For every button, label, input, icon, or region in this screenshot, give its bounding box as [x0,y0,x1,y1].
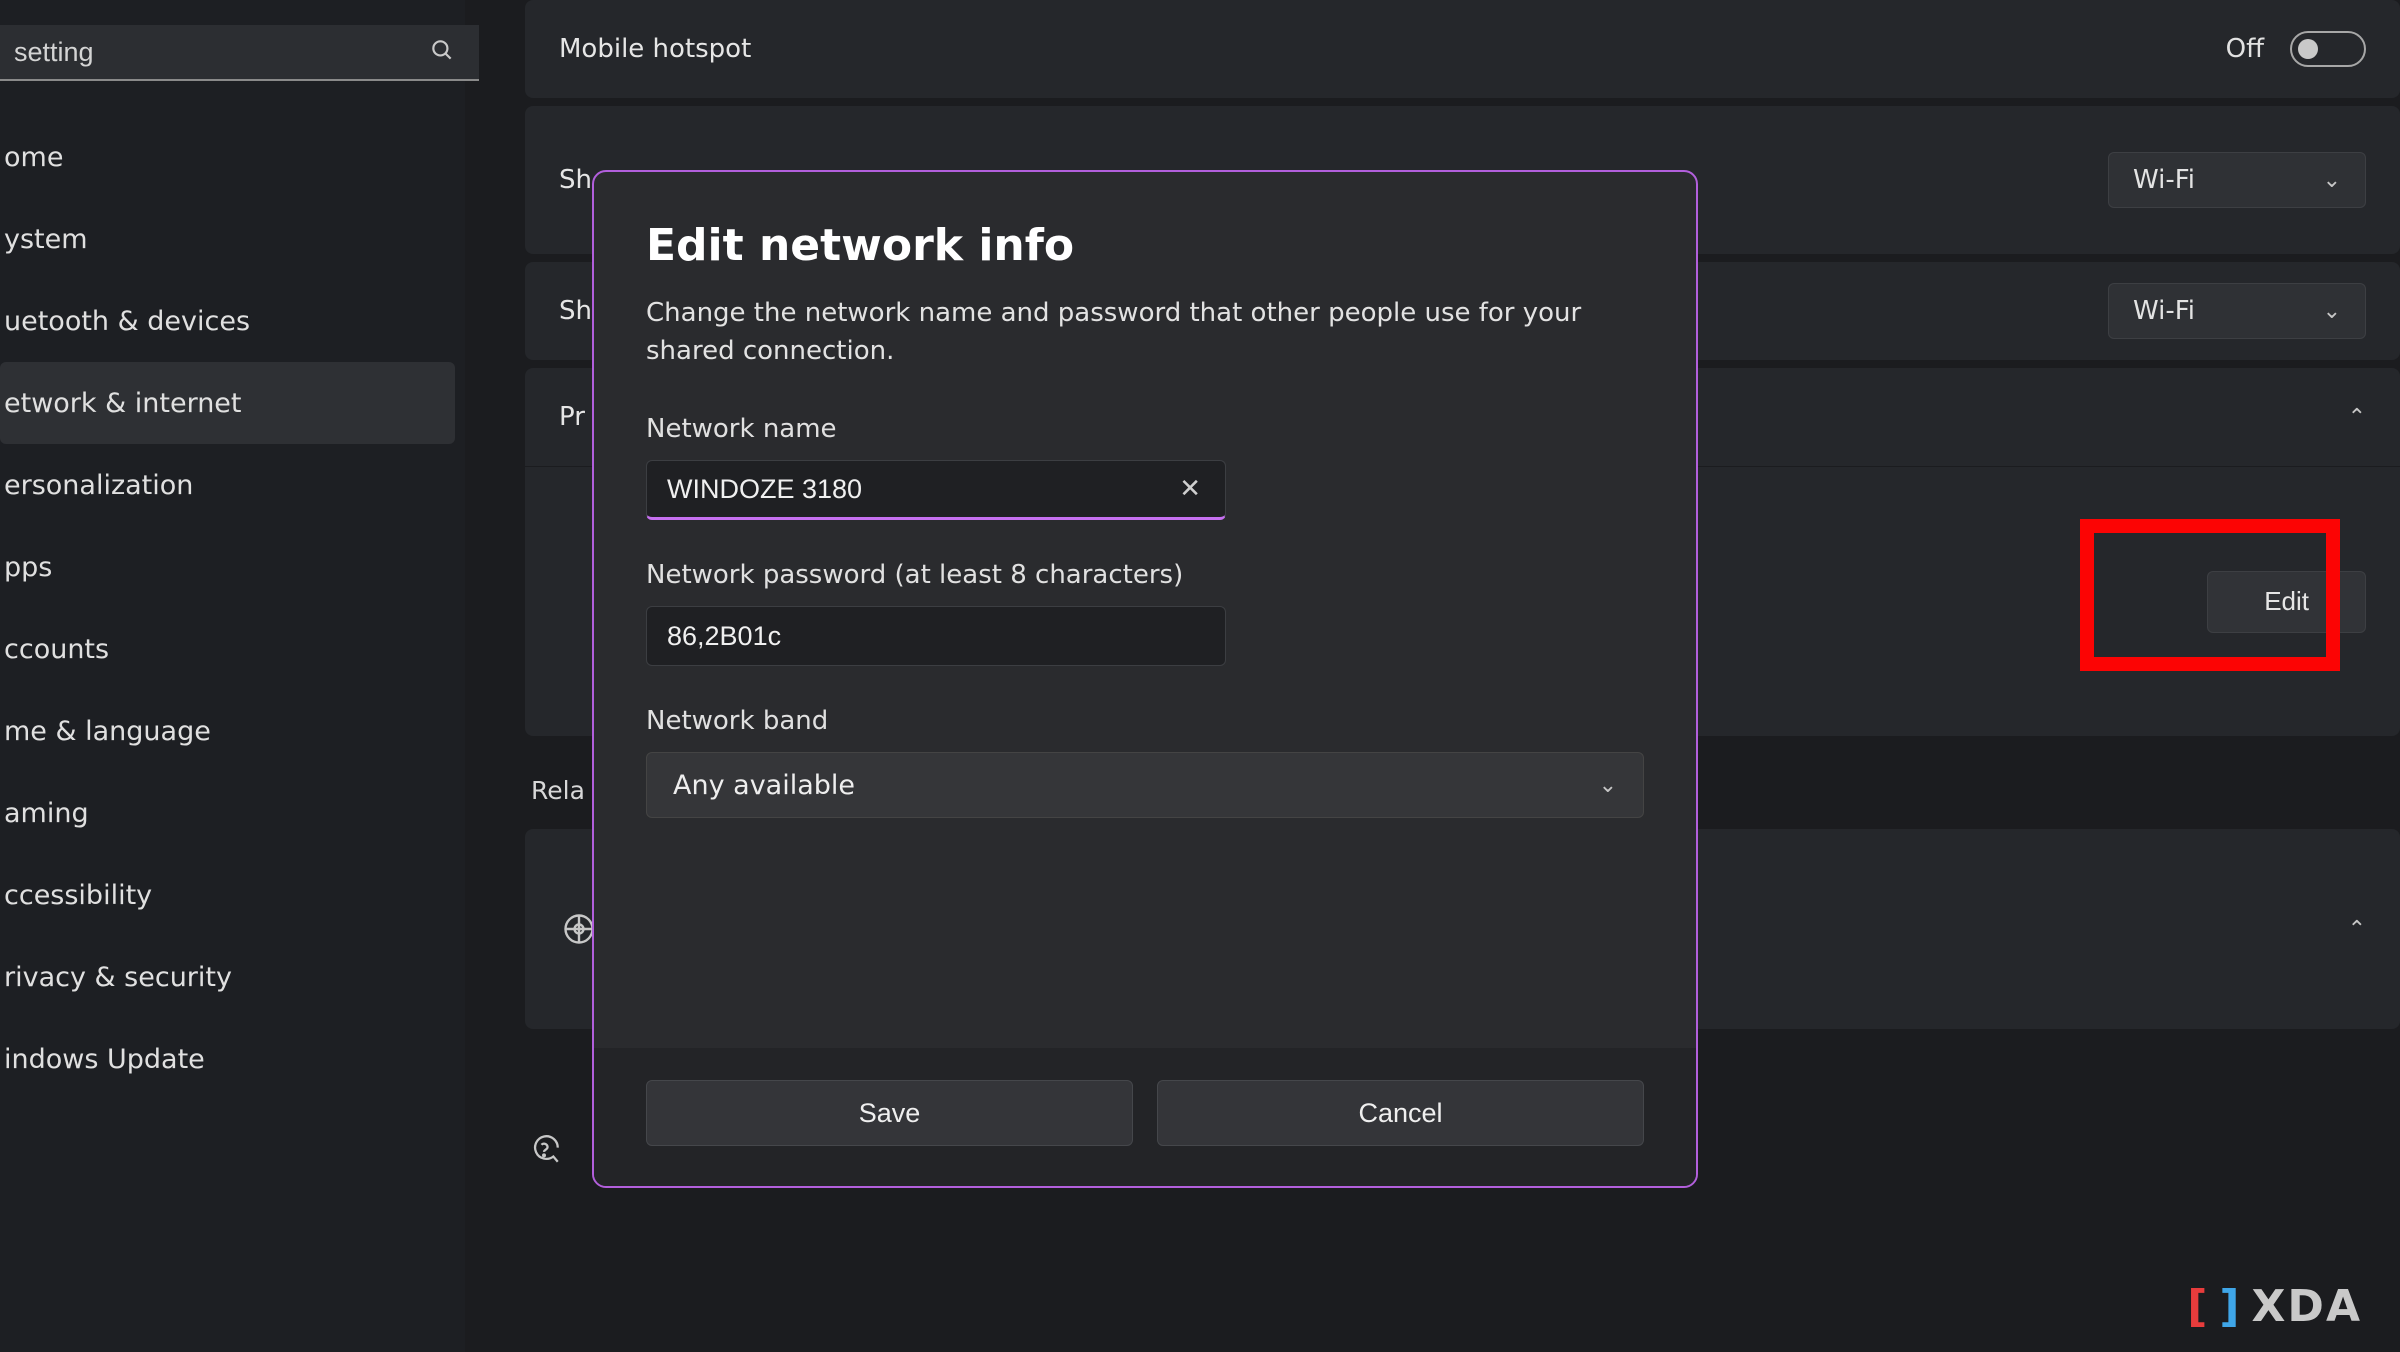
sidebar-item-label: indows Update [4,1044,205,1075]
sidebar-item-system[interactable]: ystem [0,198,455,280]
chevron-down-icon: ⌄ [2323,168,2341,193]
dialog-title: Edit network info [646,220,1644,271]
sidebar-item-label: rivacy & security [4,962,232,993]
network-password-field-wrap [646,606,1226,666]
sidebar-item-personalization[interactable]: ersonalization [0,444,455,526]
network-name-input[interactable] [667,474,1175,505]
edit-button[interactable]: Edit [2207,571,2366,633]
chevron-down-icon: ⌄ [1599,773,1617,798]
sidebar-item-label: ccessibility [4,880,152,911]
sidebar-item-label: ccounts [4,634,109,665]
clear-name-icon[interactable]: ✕ [1175,474,1205,504]
network-name-label: Network name [646,414,1644,444]
share-over-label: Sh [559,296,592,326]
help-icon [525,1129,565,1169]
sidebar-item-accounts[interactable]: ccounts [0,608,455,690]
dropdown-value: Any available [673,770,855,801]
save-button[interactable]: Save [646,1080,1133,1146]
watermark-text: XDA [2252,1281,2363,1332]
bracket-right-icon: ] [2219,1281,2241,1332]
share-from-label: Sh [559,165,592,195]
network-password-label: Network password (at least 8 characters) [646,560,1644,590]
sidebar-item-bluetooth[interactable]: uetooth & devices [0,280,455,362]
share-from-dropdown[interactable]: Wi-Fi ⌄ [2108,152,2366,208]
hotspot-toggle[interactable] [2290,31,2366,67]
sidebar-item-label: ome [4,142,63,173]
toggle-knob [2298,39,2318,59]
sidebar-item-label: etwork & internet [4,388,242,419]
sidebar-item-label: aming [4,798,89,829]
dialog-footer: Save Cancel [594,1048,1696,1186]
network-band-dropdown[interactable]: Any available ⌄ [646,752,1644,818]
sidebar-item-time-language[interactable]: me & language [0,690,455,772]
sidebar-item-privacy[interactable]: rivacy & security [0,936,455,1018]
chevron-up-icon: ⌃ [2348,917,2366,942]
sidebar-item-label: uetooth & devices [4,306,250,337]
bracket-left-icon: [ [2187,1281,2209,1332]
search-row [0,25,465,81]
sidebar-item-home[interactable]: ome [0,116,455,198]
network-band-label: Network band [646,706,1644,736]
mobile-hotspot-label: Mobile hotspot [559,34,751,64]
row-mobile-hotspot[interactable]: Mobile hotspot Off [525,0,2400,98]
xda-watermark: [ ] XDA [2187,1281,2362,1332]
cancel-button[interactable]: Cancel [1157,1080,1644,1146]
dropdown-value: Wi-Fi [2133,165,2195,195]
edit-network-dialog: Edit network info Change the network nam… [592,170,1698,1188]
dropdown-value: Wi-Fi [2133,296,2195,326]
sidebar-item-gaming[interactable]: aming [0,772,455,854]
search-input[interactable] [0,25,479,81]
network-password-input[interactable] [667,621,1205,652]
chevron-up-icon: ⌃ [2348,405,2366,430]
sidebar-item-label: pps [4,552,52,583]
sidebar-item-apps[interactable]: pps [0,526,455,608]
network-name-field-wrap: ✕ [646,460,1226,520]
sidebar-item-label: ersonalization [4,470,193,501]
sidebar-item-accessibility[interactable]: ccessibility [0,854,455,936]
share-over-dropdown[interactable]: Wi-Fi ⌄ [2108,283,2366,339]
sidebar-item-label: me & language [4,716,211,747]
sidebar: ome ystem uetooth & devices etwork & int… [0,0,465,1352]
chevron-down-icon: ⌄ [2323,299,2341,324]
dialog-description: Change the network name and password tha… [646,295,1644,370]
properties-label: Pr [559,402,585,432]
sidebar-item-network[interactable]: etwork & internet [0,362,455,444]
hotspot-toggle-state: Off [2226,34,2264,64]
sidebar-item-label: ystem [4,224,88,255]
sidebar-item-windows-update[interactable]: indows Update [0,1018,455,1100]
